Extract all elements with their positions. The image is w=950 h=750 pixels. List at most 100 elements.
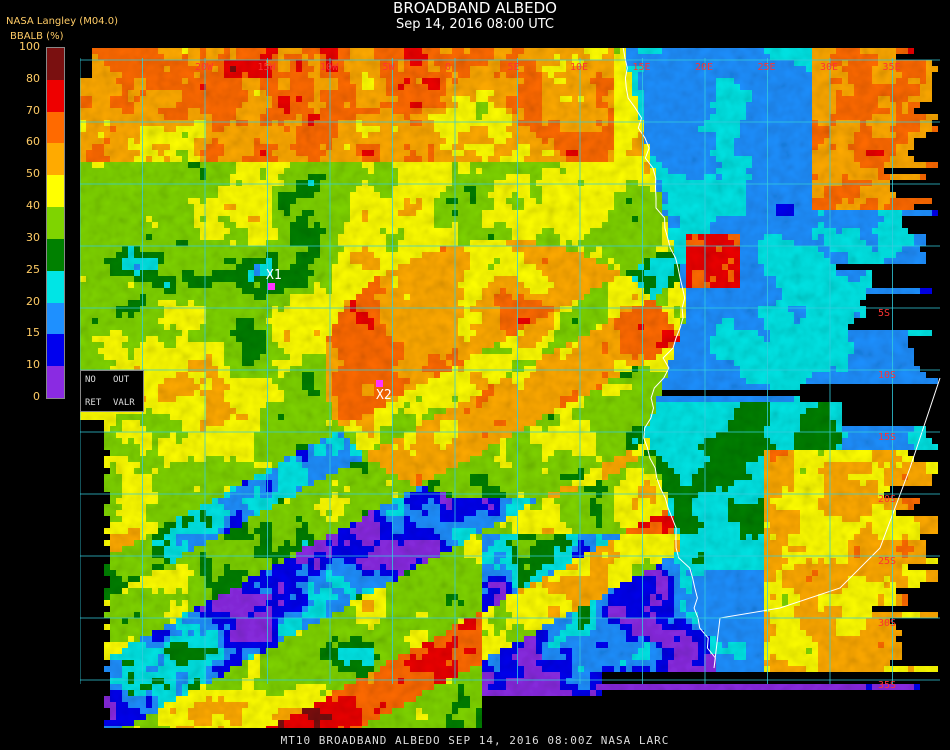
albedo-cell-run <box>260 534 272 540</box>
albedo-cell-run <box>224 564 230 570</box>
albedo-cell-run <box>284 288 314 294</box>
albedo-cell-run <box>158 654 164 660</box>
albedo-map[interactable]: 20W 15W 10W 5W 0 5E 10E 15E 20E 25E 30E 35E5S10S15S… <box>80 48 942 728</box>
albedo-cell-run <box>386 588 482 594</box>
albedo-cell-run <box>494 630 500 636</box>
albedo-cell-run <box>80 282 128 288</box>
albedo-cell-run <box>764 498 770 504</box>
albedo-cell-run <box>284 612 302 618</box>
albedo-cell-run <box>584 396 656 402</box>
ret-label: RET <box>85 398 102 408</box>
albedo-cell-run <box>782 492 824 498</box>
albedo-cell-run <box>374 324 386 330</box>
albedo-cell-run <box>554 228 590 234</box>
albedo-cell-run <box>572 606 578 612</box>
albedo-cell-run <box>314 96 320 102</box>
albedo-cell-run <box>224 204 236 210</box>
albedo-cell-run <box>260 588 272 594</box>
albedo-cell-run <box>608 156 614 162</box>
albedo-cell-run <box>404 492 410 498</box>
albedo-cell-run <box>734 480 764 486</box>
albedo-cell-run <box>176 588 182 594</box>
map-timestamp: Sep 14, 2016 08:00 UTC <box>395 17 555 32</box>
albedo-cell-run <box>488 156 500 162</box>
albedo-cell-run <box>812 120 818 126</box>
albedo-cell-run <box>554 552 572 558</box>
albedo-cell-run <box>398 474 416 480</box>
longitude-label: 15W <box>258 62 277 73</box>
albedo-cell-run <box>806 408 830 414</box>
albedo-cell-run <box>608 258 614 264</box>
albedo-cell-run <box>176 684 182 690</box>
albedo-cell-run <box>242 78 260 84</box>
albedo-cell-run <box>284 372 302 378</box>
albedo-cell-run <box>224 672 248 678</box>
albedo-cell-run <box>188 564 200 570</box>
albedo-cell-run <box>686 306 758 312</box>
albedo-cell-run <box>140 306 164 312</box>
albedo-cell-run <box>458 222 482 228</box>
albedo-cell-run <box>734 78 812 84</box>
albedo-cell-run <box>530 174 542 180</box>
albedo-cell-run <box>632 564 656 570</box>
albedo-cell-run <box>860 48 896 54</box>
albedo-cell-run <box>224 72 242 78</box>
albedo-cell-run <box>848 276 860 282</box>
albedo-cell-run <box>674 312 680 318</box>
albedo-cell-run <box>722 246 740 252</box>
albedo-cell-run <box>350 636 362 642</box>
albedo-cell-run <box>224 534 254 540</box>
albedo-cell-run <box>548 312 554 318</box>
albedo-cell-run <box>614 84 632 90</box>
albedo-cell-run <box>248 660 260 666</box>
albedo-cell-run <box>410 666 458 672</box>
albedo-cell-run <box>524 384 596 390</box>
albedo-cell-run <box>266 480 272 486</box>
albedo-cell-run <box>446 198 458 204</box>
albedo-cell-run <box>248 528 254 534</box>
albedo-cell-run <box>848 354 914 360</box>
albedo-cell-run <box>80 222 152 228</box>
marker-x2[interactable] <box>376 380 383 387</box>
albedo-cell-run <box>524 672 560 678</box>
albedo-cell-run <box>884 594 896 600</box>
albedo-cell-run <box>398 444 404 450</box>
albedo-cell-run <box>404 498 428 504</box>
albedo-cell-run <box>344 222 434 228</box>
albedo-cell-run <box>506 540 512 546</box>
albedo-cell-run <box>110 522 158 528</box>
albedo-cell-run <box>830 132 854 138</box>
albedo-cell-run <box>476 108 488 114</box>
albedo-cell-run <box>278 96 290 102</box>
albedo-cell-run <box>626 606 644 612</box>
albedo-cell-run <box>542 564 566 570</box>
albedo-cell-run <box>692 276 704 282</box>
albedo-cell-run <box>560 234 584 240</box>
albedo-cell-run <box>314 192 350 198</box>
albedo-cell-run <box>824 210 878 216</box>
albedo-cell-run <box>206 402 230 408</box>
albedo-cell-run <box>332 288 362 294</box>
albedo-cell-run <box>200 234 224 240</box>
albedo-cell-run <box>410 258 470 264</box>
albedo-cell-run <box>152 468 158 474</box>
albedo-cell-run <box>326 174 398 180</box>
albedo-cell-run <box>470 336 506 342</box>
albedo-cell-run <box>404 570 410 576</box>
albedo-cell-run <box>98 318 158 324</box>
albedo-cell-run <box>302 210 314 216</box>
albedo-cell-run <box>548 138 554 144</box>
albedo-cell-run <box>608 102 614 108</box>
albedo-cell-run <box>134 354 206 360</box>
albedo-cell-run <box>380 150 410 156</box>
albedo-cell-run <box>278 546 302 552</box>
albedo-cell-run <box>674 606 680 612</box>
albedo-cell-run <box>794 60 812 66</box>
marker-x1[interactable] <box>268 283 275 290</box>
albedo-cell-run <box>674 504 692 510</box>
albedo-cell-run <box>476 330 506 336</box>
albedo-cell-run <box>512 234 536 240</box>
albedo-cell-run <box>458 324 470 330</box>
albedo-cell-run <box>128 456 164 462</box>
albedo-cell-run <box>830 78 842 84</box>
